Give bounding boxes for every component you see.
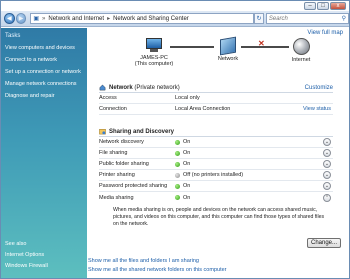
- row-key: Password protected sharing: [99, 183, 168, 189]
- chevron-down-icon[interactable]: ⌄: [323, 171, 331, 179]
- row-key: Media sharing: [99, 194, 134, 201]
- network-icon: ▣: [33, 16, 40, 22]
- see-also-windows-firewall[interactable]: Windows Firewall: [5, 263, 48, 269]
- sharing-icon: [99, 129, 106, 135]
- back-button[interactable]: ◀: [4, 13, 15, 24]
- sharing-panel-header: Sharing and Discovery: [99, 127, 333, 137]
- chevron-down-icon[interactable]: ⌄: [323, 149, 331, 157]
- chevron-up-icon[interactable]: ⌃: [323, 193, 331, 202]
- show-shared-folders-link[interactable]: Show me all the shared network folders o…: [88, 267, 227, 273]
- row-key: Network discovery: [99, 139, 144, 145]
- breadcrumb-item-sharing-center[interactable]: Network and Sharing Center: [113, 16, 189, 22]
- row-value: On: [183, 161, 191, 167]
- maximize-button[interactable]: □: [317, 2, 329, 10]
- row-key: Access: [99, 95, 117, 101]
- disconnected-x-icon: ✕: [258, 39, 265, 48]
- row-value: On: [183, 194, 191, 201]
- sharing-row-public-folder: Public folder sharing On ⌄: [99, 159, 333, 170]
- map-link-computer-network: [170, 46, 214, 48]
- sidebar-item-setup-connection[interactable]: Set up a connection or network: [5, 69, 83, 75]
- internet-node-label: Internet: [291, 57, 311, 63]
- computer-icon: [144, 38, 164, 53]
- breadcrumb-item-network-internet[interactable]: Network and Internet: [48, 16, 104, 22]
- chevron-down-icon[interactable]: ⌄: [323, 160, 331, 168]
- breadcrumb[interactable]: ▣ » Network and Internet ▸ Network and S…: [30, 13, 255, 24]
- status-on-icon: [175, 161, 180, 167]
- map-node-internet[interactable]: Internet: [284, 38, 318, 63]
- see-also-title: See also: [5, 241, 27, 247]
- sidebar-title: Tasks: [5, 33, 21, 39]
- forward-button[interactable]: ▶: [15, 13, 27, 24]
- status-off-icon: [175, 172, 180, 178]
- sidebar: Tasks View computers and devices Connect…: [1, 28, 87, 278]
- change-button[interactable]: Change...: [307, 238, 341, 248]
- network-icon: [220, 36, 236, 56]
- search-icon[interactable]: ⚲: [342, 15, 346, 22]
- sidebar-item-connect-network[interactable]: Connect to a network: [5, 57, 83, 63]
- row-key: File sharing: [99, 150, 128, 156]
- sidebar-item-view-computers[interactable]: View computers and devices: [5, 45, 83, 51]
- sharing-panel: Sharing and Discovery Network discovery …: [99, 127, 333, 228]
- network-row-connection: Connection Local Area Connection View st…: [99, 104, 333, 115]
- sharing-panel-title: Sharing and Discovery: [109, 128, 175, 135]
- customize-link[interactable]: Customize: [305, 85, 333, 91]
- sharing-row-file-sharing: File sharing On ⌄: [99, 148, 333, 159]
- view-status-link[interactable]: View status: [303, 106, 331, 112]
- close-button[interactable]: x: [330, 2, 346, 10]
- search-input[interactable]: Search ⚲: [265, 13, 349, 24]
- globe-icon: [292, 38, 310, 55]
- map-link-network-internet: [241, 46, 289, 48]
- see-also-section: See also Internet Options Windows Firewa…: [5, 236, 48, 269]
- chevron-down-icon[interactable]: ⌄: [323, 182, 331, 190]
- house-network-icon: [99, 84, 106, 91]
- row-key: Public folder sharing: [99, 161, 149, 167]
- breadcrumb-separator: ▸: [107, 16, 111, 22]
- network-sharing-center-window: – □ x ◀ ▶ ▣ » Network and Internet ▸ Net…: [0, 0, 350, 279]
- status-on-icon: [175, 139, 180, 145]
- network-node-label: Network: [217, 56, 239, 62]
- sharing-row-media: Media sharing On ⌃: [99, 192, 333, 203]
- show-shared-files-link[interactable]: Show me all the files and folders I am s…: [88, 258, 199, 264]
- row-value: Local Area Connection: [175, 106, 231, 112]
- address-bar: ◀ ▶ ▣ » Network and Internet ▸ Network a…: [1, 11, 349, 27]
- sharing-row-network-discovery: Network discovery On ⌄: [99, 137, 333, 148]
- minimize-button[interactable]: –: [304, 2, 316, 10]
- chevron-down-icon[interactable]: ⌄: [323, 138, 331, 146]
- sharing-row-password: Password protected sharing On ⌄: [99, 181, 333, 192]
- network-row-access: Access Local only: [99, 93, 333, 104]
- map-node-network[interactable]: Network: [210, 36, 246, 62]
- sidebar-item-diagnose[interactable]: Diagnose and repair: [5, 93, 83, 99]
- status-on-icon: [175, 150, 180, 156]
- network-panel-title: Network (Private network): [109, 84, 180, 91]
- network-map: JAMES-PC (This computer) Network ✕ Inter…: [88, 36, 349, 80]
- window-controls: – □ x: [304, 2, 346, 10]
- row-value: Local only: [175, 95, 200, 101]
- row-value: On: [183, 139, 191, 145]
- search-placeholder: Search: [268, 15, 288, 22]
- status-on-icon: [175, 183, 180, 189]
- status-on-icon: [175, 195, 180, 200]
- network-panel-header: Network (Private network) Customize: [99, 83, 333, 93]
- breadcrumb-separator: »: [42, 15, 46, 22]
- network-panel: Network (Private network) Customize Acce…: [99, 83, 333, 115]
- row-key: Printer sharing: [99, 172, 135, 178]
- main-content: View full map JAMES-PC (This computer) N…: [88, 28, 349, 278]
- row-value: On: [183, 150, 191, 156]
- refresh-button[interactable]: ↻: [254, 13, 264, 24]
- row-key: Connection: [99, 106, 127, 112]
- sidebar-item-manage-connections[interactable]: Manage network connections: [5, 81, 83, 87]
- media-sharing-description: When media sharing is on, people and dev…: [113, 207, 325, 227]
- see-also-internet-options[interactable]: Internet Options: [5, 252, 48, 258]
- computer-subtitle: (This computer): [134, 61, 174, 67]
- sharing-row-printer: Printer sharing Off (no printers install…: [99, 170, 333, 181]
- row-value: On: [183, 183, 191, 189]
- row-value: Off (no printers installed): [183, 172, 244, 178]
- map-node-computer: JAMES-PC (This computer): [134, 38, 174, 67]
